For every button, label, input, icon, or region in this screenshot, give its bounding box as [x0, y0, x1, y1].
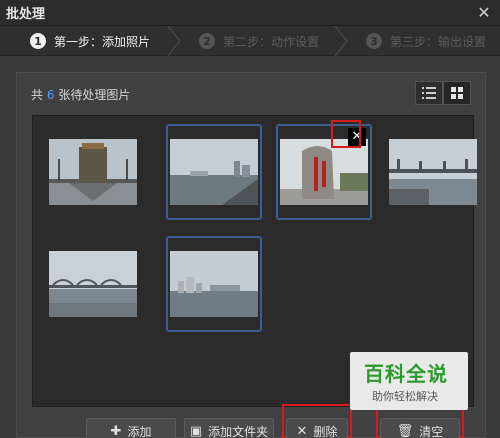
watermark-title: 百科全说	[364, 362, 448, 386]
step-label: 第三步：输出设置	[390, 34, 487, 49]
photo-thumbnail	[49, 139, 137, 205]
clear-button[interactable]: 🗑 清空	[380, 418, 460, 438]
window-title: 批处理	[6, 7, 46, 22]
stone-monument-image	[280, 139, 368, 205]
add-folder-button-label: 添加文件夹	[208, 424, 269, 438]
clear-button-label: 清空	[419, 424, 444, 438]
title-bar: 批处理 ✕	[0, 0, 500, 26]
list-view-icon	[422, 87, 436, 99]
close-icon: ✕	[296, 423, 308, 438]
watermark-subtitle: 助你轻松解决	[372, 390, 438, 403]
close-icon[interactable]: ✕	[474, 3, 494, 23]
thumbnail-city-shore[interactable]	[166, 236, 262, 332]
watermark-logo: 百科全说 助你轻松解决	[350, 352, 468, 410]
bridge-gate-image	[49, 139, 137, 205]
thumbnail-river-harbor[interactable]	[166, 124, 262, 220]
highlight-delete-icon	[331, 120, 361, 148]
delete-button[interactable]: ✕ 删除	[286, 418, 348, 438]
step-number: 3	[366, 33, 382, 49]
city-shore-image	[170, 251, 258, 317]
count-prefix: 共	[31, 88, 44, 102]
step-2[interactable]: 2 第二步：动作设置	[199, 26, 319, 56]
step-label: 第二步：动作设置	[223, 34, 320, 49]
chevron-right-icon	[167, 26, 181, 56]
step-1[interactable]: 1 第一步：添加照片	[30, 26, 150, 56]
river-bridge-image	[389, 139, 477, 205]
river-harbor-image	[170, 139, 258, 205]
image-count: 共 6 张待处理图片	[31, 86, 130, 103]
photo-thumbnail	[280, 139, 368, 205]
thumbnail-river-bridge[interactable]	[385, 124, 481, 220]
step-3[interactable]: 3 第三步：输出设置	[366, 26, 486, 56]
long-bridge-image	[49, 251, 137, 317]
list-view-button[interactable]	[415, 81, 443, 105]
photo-thumbnail	[49, 251, 137, 317]
grid-view-icon	[451, 87, 463, 99]
view-toggle	[415, 81, 471, 105]
step-label: 第一步：添加照片	[54, 34, 151, 49]
chevron-right-icon	[334, 26, 348, 56]
step-number: 1	[30, 33, 46, 49]
add-folder-button[interactable]: ▣ 添加文件夹	[184, 418, 274, 438]
thumbnail-long-bridge[interactable]	[45, 236, 141, 332]
photo-thumbnail	[170, 139, 258, 205]
count-suffix: 张待处理图片	[58, 88, 131, 102]
add-button[interactable]: ✚ 添加	[86, 418, 176, 438]
grid-view-button[interactable]	[443, 81, 471, 105]
add-button-label: 添加	[127, 424, 152, 438]
step-number: 2	[199, 33, 215, 49]
delete-button-label: 删除	[313, 424, 338, 438]
trash-icon: 🗑	[396, 423, 414, 438]
steps-bar: 1 第一步：添加照片 2 第二步：动作设置 3 第三步：输出设置	[0, 26, 500, 56]
count-number: 6	[46, 88, 55, 102]
thumbnail-bridge-gate[interactable]	[45, 124, 141, 220]
photo-thumbnail	[389, 139, 477, 205]
folder-add-icon: ▣	[189, 423, 203, 438]
plus-icon: ✚	[110, 423, 122, 438]
photo-thumbnail	[170, 251, 258, 317]
